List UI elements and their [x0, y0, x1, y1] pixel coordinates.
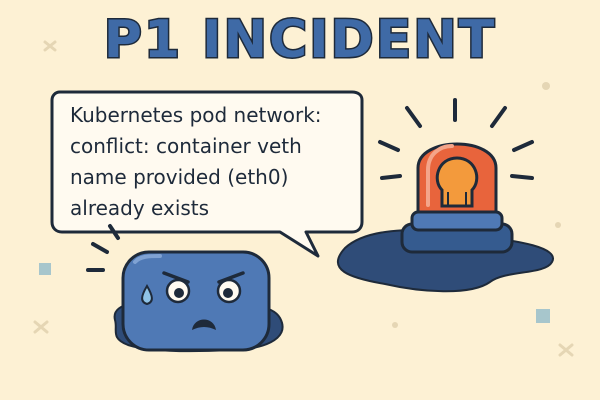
dot-icon [392, 322, 398, 328]
message-line: name provided (eth0) [70, 165, 289, 189]
square-confetti-icon [536, 309, 550, 323]
dot-icon [555, 222, 561, 228]
square-confetti-icon [39, 263, 51, 275]
emergency-siren-icon [378, 98, 534, 254]
message-line: conflict: container veth [70, 134, 302, 158]
illustration-scene: P1 INCIDENT Kubernetes pod network: conf… [0, 0, 600, 400]
sparkle-x-icon [33, 320, 49, 334]
speech-bubble-message: Kubernetes pod network: conflict: contai… [70, 100, 360, 224]
incident-title: P1 INCIDENT [102, 9, 497, 72]
message-line: Kubernetes pod network: [70, 103, 322, 127]
message-line: already exists [70, 196, 210, 220]
sparkle-x-icon [558, 343, 574, 357]
dot-icon [542, 82, 550, 90]
